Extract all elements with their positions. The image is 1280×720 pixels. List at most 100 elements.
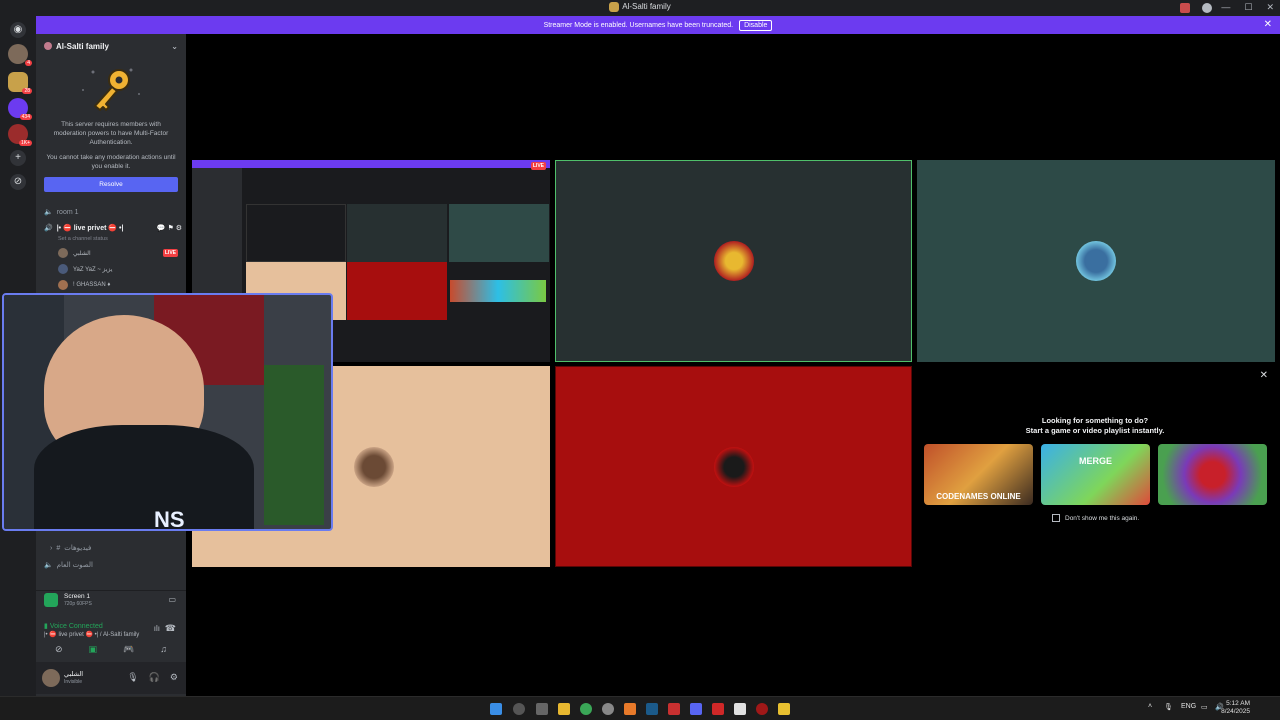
close-icon[interactable]: ✕ xyxy=(1260,370,1268,381)
avatar xyxy=(354,446,394,487)
avatar[interactable] xyxy=(42,669,60,687)
activity-icon[interactable]: 🎮 xyxy=(123,644,134,655)
help-icon[interactable] xyxy=(1202,3,1212,13)
screen-title: Screen 1 xyxy=(64,593,91,600)
stream-thumb xyxy=(347,262,447,320)
voice-channel-name[interactable]: |• ⛔ live privet ⛔ •| / Al-Salti family xyxy=(44,631,139,638)
screen-share-panel: Screen 1 720p 60FPS ▭ xyxy=(36,590,186,620)
app-icon[interactable] xyxy=(756,703,768,715)
add-server-icon[interactable]: + xyxy=(10,150,26,166)
signal-icon: ▮ xyxy=(44,623,48,630)
title-bar: Al-Salti family — ☐ ✕ xyxy=(0,0,1280,16)
minimize-icon[interactable]: — xyxy=(1221,2,1230,13)
participant-tile[interactable] xyxy=(555,366,912,567)
maximize-icon[interactable]: ☐ xyxy=(1244,2,1252,13)
game-card-merge[interactable]: MERGE xyxy=(1041,444,1150,505)
steam-icon[interactable] xyxy=(646,703,658,715)
task-view-icon[interactable] xyxy=(536,703,548,715)
member-row[interactable]: ! GHASSAN ♦ xyxy=(58,280,110,290)
headphones-icon[interactable]: 🎧 xyxy=(149,672,160,683)
user-panel: الشلبي Invisible 🎙 🎧 ⚙ xyxy=(36,662,186,694)
member-row[interactable]: الشلبي LIVE xyxy=(58,248,178,258)
network-icon[interactable]: ▭ xyxy=(1201,703,1208,711)
noise-icon[interactable]: ılı xyxy=(154,624,160,633)
stream-thumb xyxy=(246,204,346,262)
speaker-icon: 🔈 xyxy=(44,562,53,569)
app-icon[interactable] xyxy=(624,703,636,715)
speaker-icon: 🔊 xyxy=(44,225,53,232)
voice-connection-panel: ▮ Voice Connected |• ⛔ live privet ⛔ •| … xyxy=(36,620,186,662)
gear-icon[interactable]: ⚙ xyxy=(170,672,178,683)
activity-suggestions: ✕ Looking for something to do? Start a g… xyxy=(916,366,1274,566)
chat-icon[interactable]: 💬 xyxy=(157,225,166,232)
resolve-button[interactable]: Resolve xyxy=(44,177,178,192)
microphone-icon[interactable]: 🎙 xyxy=(127,672,138,683)
server-header[interactable]: Al-Salti family ⌄ xyxy=(36,34,186,58)
voice-channel-live[interactable]: 🔊 |• ⛔ live privet ⛔ •| 💬 ⚑ ⚙ xyxy=(44,224,182,232)
close-window-icon[interactable]: ✕ xyxy=(1266,2,1274,13)
screen-quality: 720p 60FPS xyxy=(64,601,92,607)
window-title: Al-Salti family xyxy=(0,2,1280,12)
voice-channel-room-1[interactable]: 🔈 room 1 xyxy=(44,208,79,217)
app-icon[interactable] xyxy=(602,703,614,715)
server-avatar[interactable]: 4 xyxy=(8,44,32,66)
camera-off-icon[interactable]: ⊘ xyxy=(55,644,63,655)
app-icon[interactable] xyxy=(668,703,680,715)
avatar xyxy=(58,280,68,290)
voice-status: ▮ Voice Connected xyxy=(44,623,103,630)
avatar xyxy=(1076,241,1116,281)
webcam-person-shirt xyxy=(34,425,254,529)
live-badge: LIVE xyxy=(530,162,546,170)
participant-tile[interactable] xyxy=(555,160,912,362)
server-avatar-active[interactable]: 28 xyxy=(8,72,32,94)
streamer-mode-banner: Streamer Mode is enabled. Usernames have… xyxy=(36,16,1280,34)
search-icon[interactable] xyxy=(513,703,525,715)
avatar xyxy=(713,241,754,281)
monitor-icon[interactable]: ▭ xyxy=(168,595,176,604)
clock[interactable]: 5:12 AM 8/24/2025 xyxy=(1221,700,1250,716)
language-indicator[interactable]: ENG xyxy=(1181,703,1196,710)
disconnect-icon[interactable]: ☎ xyxy=(165,623,176,634)
banner-close-icon[interactable]: ✕ xyxy=(1264,19,1272,30)
server-avatar[interactable]: 1K+ xyxy=(8,124,32,146)
game-card-codenames[interactable]: CODENAMES ONLINE xyxy=(924,444,1033,505)
server-icon xyxy=(609,2,620,12)
participant-tile[interactable] xyxy=(917,160,1275,362)
screen-share-button-icon[interactable]: ▣ xyxy=(89,644,98,655)
soundboard-icon[interactable]: ♫ xyxy=(160,644,167,655)
avatar xyxy=(713,446,754,487)
taskbar: ˄ 🎙 ENG ▭ 🔊 5:12 AM 8/24/2025 xyxy=(0,696,1280,720)
inbox-icon[interactable] xyxy=(1180,3,1190,13)
tray-chevron-icon[interactable]: ˄ xyxy=(1148,703,1152,710)
invite-icon[interactable]: ⚑ xyxy=(167,225,173,232)
live-badge: LIVE xyxy=(162,249,178,257)
checkbox[interactable] xyxy=(1052,514,1060,522)
stream-thumb xyxy=(347,204,447,262)
activity-heading: Looking for something to do? Start a gam… xyxy=(1025,416,1165,435)
window-controls: — ☐ ✕ xyxy=(1221,2,1274,13)
gear-icon[interactable]: ⚙ xyxy=(176,225,182,232)
discord-taskbar-icon[interactable] xyxy=(690,703,702,715)
voice-channel-general[interactable]: 🔈 الصوت العام xyxy=(44,561,93,569)
discord-home-icon[interactable]: ◉ xyxy=(10,22,26,38)
webcam-overlay: NS xyxy=(2,293,333,531)
app-icon[interactable] xyxy=(734,703,746,715)
chevron-down-icon[interactable]: ⌄ xyxy=(171,42,178,51)
app-icon[interactable] xyxy=(712,703,724,715)
explore-icon[interactable]: ⊘ xyxy=(10,174,26,190)
text-channel-videos[interactable]: › # فيديوهات xyxy=(50,544,91,553)
file-explorer-icon[interactable] xyxy=(558,703,570,715)
game-card-3[interactable] xyxy=(1158,444,1267,505)
app-icon[interactable] xyxy=(778,703,790,715)
dont-show-option[interactable]: Don't show me this again. xyxy=(1052,514,1139,522)
member-row[interactable]: YaZ YaZ ~ يزيز xyxy=(58,264,112,274)
avatar xyxy=(58,264,68,274)
collapse-icon: › xyxy=(50,544,53,552)
chrome-icon[interactable] xyxy=(580,703,592,715)
disable-button[interactable]: Disable xyxy=(739,19,773,31)
mfa-text-2: You cannot take any moderation actions u… xyxy=(46,154,176,170)
windows-start-icon[interactable] xyxy=(490,703,502,715)
channel-status[interactable]: Set a channel status xyxy=(58,236,108,242)
server-avatar[interactable]: 434 xyxy=(8,98,32,120)
microphone-icon[interactable]: 🎙 xyxy=(1164,703,1173,711)
